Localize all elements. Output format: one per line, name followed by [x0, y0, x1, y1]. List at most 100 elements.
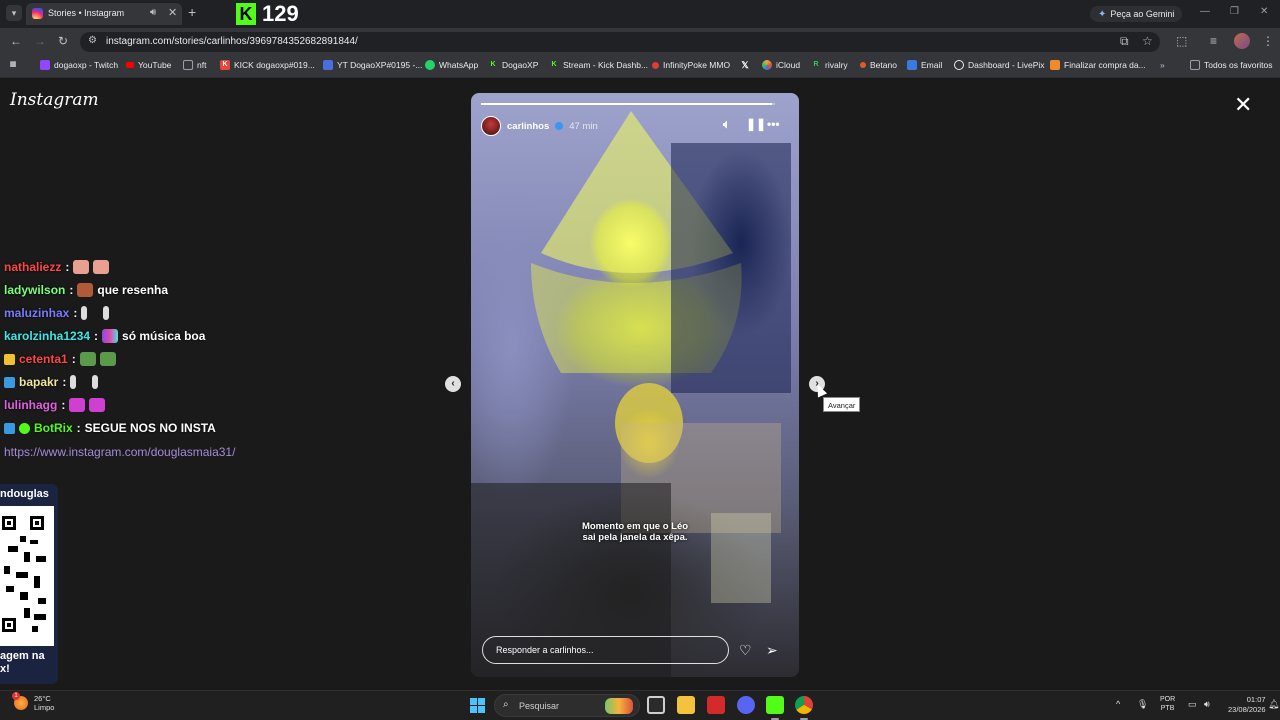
- kick-icon: K: [551, 61, 557, 68]
- window-close-icon[interactable]: ✕: [1260, 6, 1268, 17]
- all-bookmarks-label: Todos os favoritos: [1204, 60, 1273, 70]
- back-arrow-icon[interactable]: ←: [10, 34, 22, 48]
- instagram-stories-page: Instagram ✕ nathaliezz: ladywilson: que …: [0, 78, 1280, 690]
- input-language[interactable]: POR PTB: [1160, 695, 1175, 713]
- bookmark-label: iCloud: [776, 60, 801, 70]
- new-tab-button[interactable]: +: [188, 4, 196, 20]
- verified-badge-icon: [19, 422, 30, 434]
- kick-viewer-count: 129: [262, 1, 299, 26]
- bookmark-label: Finalizar compra da...: [1064, 60, 1146, 70]
- more-options-icon[interactable]: •••: [767, 117, 780, 131]
- weather-widget[interactable]: 1 26°C Limpo: [12, 692, 55, 712]
- reply-placeholder: Responder a carlinhos...: [496, 645, 594, 655]
- story-viewer[interactable]: carlinhos 47 min 🔈︎ ❚❚ ••• Momento em qu…: [471, 93, 799, 677]
- tab-search-button[interactable]: ▾: [6, 5, 22, 21]
- chrome-icon[interactable]: [795, 696, 813, 714]
- ask-gemini-button[interactable]: ✦ Peça ao Gemini: [1090, 6, 1183, 22]
- tray-chevron-up-icon[interactable]: ^: [1116, 699, 1120, 709]
- address-bar[interactable]: ⚙ instagram.com/stories/carlinhos/396978…: [80, 32, 1160, 52]
- notifications-bell-icon[interactable]: 🔔︎: [1268, 699, 1279, 710]
- taskbar-search[interactable]: ⌕ Pesquisar: [494, 694, 640, 717]
- instagram-logo[interactable]: Instagram: [10, 90, 99, 110]
- share-send-icon[interactable]: ➢: [766, 642, 778, 659]
- pepe-emote-icon: [99, 352, 116, 366]
- bookmark-1[interactable]: YouTube: [126, 60, 171, 70]
- caption-line: Momento em que o Léo: [581, 521, 689, 532]
- bookmark-0[interactable]: dogaoxp - Twitch: [40, 60, 118, 70]
- previous-story-chevron-icon[interactable]: ‹: [445, 376, 461, 392]
- butterfly-emote-icon: [69, 398, 86, 412]
- all-bookmarks-folder[interactable]: Todos os favoritos: [1190, 60, 1273, 70]
- livepix-icon: [954, 60, 964, 70]
- anydesk-icon[interactable]: [707, 696, 725, 714]
- qr-code: [0, 506, 54, 646]
- install-app-icon[interactable]: ⧉: [1120, 34, 1129, 49]
- network-icon[interactable]: ▭: [1188, 699, 1197, 710]
- chat-message: ladywilson: que resenha: [4, 283, 169, 297]
- bookmark-15[interactable]: Finalizar compra da...: [1050, 60, 1146, 70]
- pause-icon[interactable]: ❚❚: [746, 117, 766, 131]
- gemini-star-icon: ✦: [1098, 8, 1107, 20]
- audio-playing-icon[interactable]: 🔊︎: [150, 7, 156, 18]
- apps-grid-icon[interactable]: ▦: [8, 60, 18, 70]
- reload-icon[interactable]: ↻: [58, 34, 68, 48]
- media-controls-icon[interactable]: ≡: [1210, 34, 1217, 48]
- profile-avatar[interactable]: [1234, 33, 1250, 49]
- file-explorer-icon[interactable]: [677, 696, 695, 714]
- story-username[interactable]: carlinhos: [507, 121, 549, 132]
- email-icon: [907, 60, 917, 70]
- bookmark-4[interactable]: YT DogaoXP#0195 -...: [323, 60, 422, 70]
- bookmark-10[interactable]: iCloud: [762, 60, 800, 70]
- bookmark-12[interactable]: Betano: [860, 60, 897, 70]
- qr-footer-line: x!: [0, 663, 10, 675]
- face-emote-icon: [77, 283, 94, 297]
- microphone-icon[interactable]: 🎙︎: [1137, 699, 1148, 710]
- folder-icon: [1190, 60, 1200, 70]
- more-bookmarks-chevron-icon[interactable]: »: [1160, 60, 1165, 70]
- like-heart-icon[interactable]: ♡: [739, 642, 752, 659]
- bookmark-14[interactable]: Dashboard - LivePix: [954, 60, 1045, 70]
- bookmark-11[interactable]: Rrivalry: [811, 60, 848, 70]
- chat-message: BotRix: SEGUE NOS NO INSTA: [4, 421, 216, 435]
- tab-title: Stories • Instagram: [48, 8, 125, 18]
- minimize-icon[interactable]: —: [1200, 6, 1210, 17]
- kick-icon: K: [220, 60, 230, 70]
- tab-instagram-stories[interactable]: Stories • Instagram 🔊︎ ✕: [26, 3, 182, 25]
- discord-icon[interactable]: [737, 696, 755, 714]
- bookmark-star-icon[interactable]: ☆: [1142, 34, 1153, 48]
- bookmark-label: rivalry: [825, 60, 848, 70]
- bookmark-9[interactable]: 𝕏: [740, 60, 750, 70]
- close-story-icon[interactable]: ✕: [1234, 94, 1252, 116]
- chat-link: https://www.instagram.com/douglasmaia31/: [4, 445, 236, 459]
- story-caption: Momento em que o Léo sai pela janela da …: [471, 521, 799, 543]
- taskbar-clock[interactable]: 01:07 23/08/2026: [1228, 695, 1266, 715]
- browser-toolbar: ← → ↻ ⚙ instagram.com/stories/carlinhos/…: [0, 28, 1280, 56]
- chat-username: maluzinhax: [4, 306, 70, 320]
- bookmark-8[interactable]: InfinityPoke MMO: [652, 60, 730, 70]
- bookmark-label: InfinityPoke MMO: [663, 60, 731, 70]
- bookmark-3[interactable]: K KICK dogaoxp#019...: [220, 60, 315, 70]
- story-user-avatar[interactable]: [481, 116, 501, 136]
- volume-icon[interactable]: 🔈︎: [723, 117, 730, 132]
- bookmark-5[interactable]: WhatsApp: [425, 60, 478, 70]
- speaker-icon[interactable]: 🔊︎: [1204, 699, 1210, 710]
- bookmark-6[interactable]: K DogaoXP: [488, 60, 538, 70]
- kick-app-icon[interactable]: [766, 696, 784, 714]
- bookmark-13[interactable]: Email: [907, 60, 942, 70]
- story-reply-input[interactable]: Responder a carlinhos...: [482, 636, 729, 664]
- chrome-menu-icon[interactable]: ⋮: [1262, 34, 1274, 48]
- windows-start-icon[interactable]: [470, 698, 485, 713]
- forward-arrow-icon[interactable]: →: [34, 34, 46, 48]
- bookmark-7[interactable]: K Stream - Kick Dashb...: [549, 60, 648, 70]
- search-placeholder: Pesquisar: [519, 701, 560, 711]
- tab-close-icon[interactable]: ✕: [168, 6, 177, 19]
- site-info-icon[interactable]: ⚙: [88, 35, 97, 46]
- extensions-icon[interactable]: ⬚: [1176, 34, 1187, 48]
- task-view-icon[interactable]: [647, 696, 665, 714]
- weather-condition: Limpo: [34, 703, 55, 712]
- maximize-icon[interactable]: ❐: [1230, 6, 1239, 17]
- chat-message: maluzinhax:: [4, 306, 110, 320]
- kick-icon: K: [490, 61, 496, 68]
- bookmark-2[interactable]: nft: [183, 60, 206, 70]
- feather-emote-icon: [103, 306, 110, 320]
